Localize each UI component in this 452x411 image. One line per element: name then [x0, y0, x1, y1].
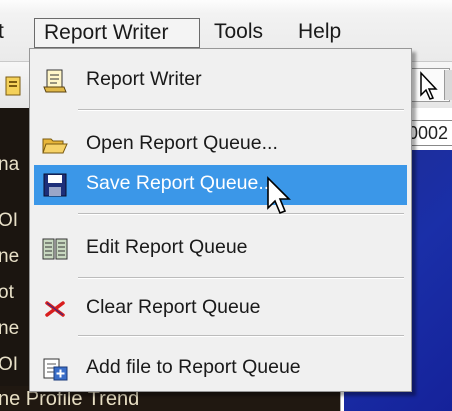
report-writer-icon: [42, 69, 68, 93]
toolbar-button-partial[interactable]: [444, 70, 452, 100]
menu-separator: [78, 335, 404, 337]
toolbar-report-icon[interactable]: [0, 75, 26, 99]
list-text-fragment: OI: [0, 354, 19, 375]
menu-separator: [78, 213, 404, 215]
menu-item-open-report-queue[interactable]: Open Report Queue...: [34, 125, 407, 165]
menu-item-label: Edit Report Queue: [86, 236, 248, 258]
menu-tools[interactable]: Tools: [214, 18, 263, 48]
menu-separator: [78, 109, 404, 111]
list-text-fragment: ne: [0, 246, 20, 267]
add-file-icon: [42, 357, 68, 381]
menu-item-add-file-to-report-queue[interactable]: Add file to Report Queue: [34, 349, 407, 389]
menu-item-edit-report-queue[interactable]: Edit Report Queue: [34, 229, 407, 269]
floppy-disk-icon: [42, 173, 68, 197]
report-writer-dropdown: Report Writer Open Report Queue... Save …: [29, 48, 412, 392]
menu-item-report-writer[interactable]: Report Writer: [34, 61, 407, 101]
background-list-pane: na OI ne ot ne OI: [0, 108, 30, 411]
menu-report-writer[interactable]: Report Writer: [34, 18, 200, 48]
menu-item-label: Add file to Report Queue: [86, 356, 301, 378]
menu-item-partial[interactable]: t: [0, 18, 16, 48]
open-folder-icon: [42, 133, 68, 157]
menu-item-label: Open Report Queue...: [86, 132, 278, 154]
mouse-pointer-icon: [264, 176, 296, 220]
red-x-icon: [42, 297, 68, 321]
list-text-fragment: ot: [0, 282, 14, 303]
value-field-text: 0002: [408, 123, 449, 143]
menu-help[interactable]: Help: [298, 18, 341, 48]
menu-item-save-report-queue[interactable]: Save Report Queue...: [34, 165, 407, 205]
list-text-fragment: ne: [0, 318, 20, 339]
edit-queue-icon: [42, 237, 68, 261]
menu-item-label: Clear Report Queue: [86, 296, 261, 318]
menu-item-label: Save Report Queue...: [86, 172, 275, 194]
list-text-fragment: na: [0, 154, 20, 175]
menu-item-clear-report-queue[interactable]: Clear Report Queue: [34, 289, 407, 329]
list-text-fragment: OI: [0, 210, 19, 231]
menu-separator: [78, 277, 404, 279]
menu-item-label: Report Writer: [86, 68, 202, 90]
